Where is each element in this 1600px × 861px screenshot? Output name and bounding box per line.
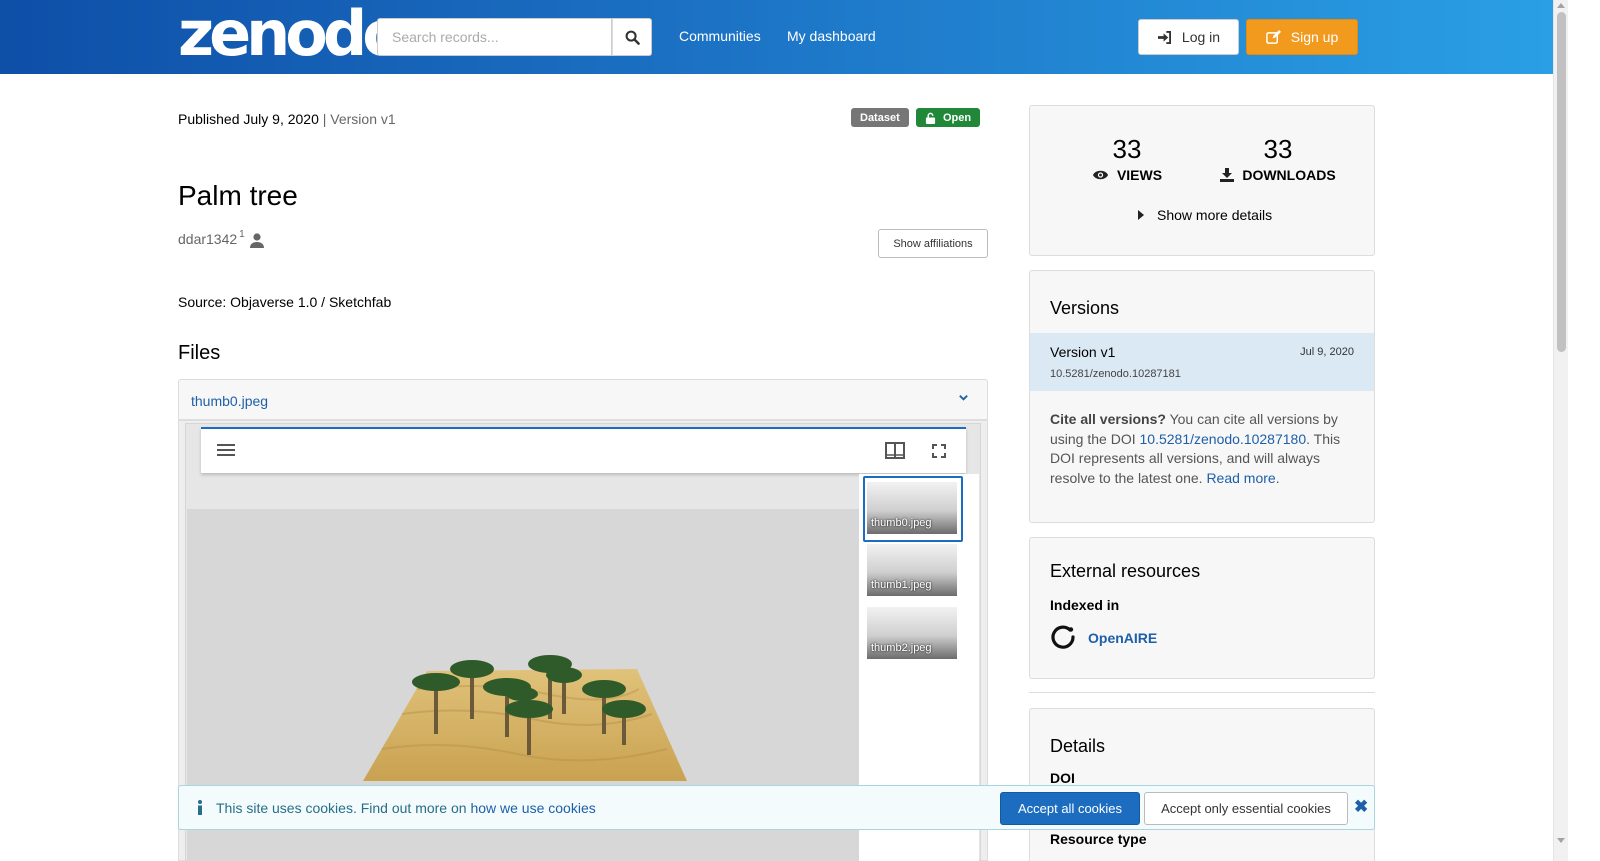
nav-my-dashboard[interactable]: My dashboard xyxy=(787,28,876,44)
scroll-thumb[interactable] xyxy=(1557,12,1566,352)
book-view-icon[interactable] xyxy=(885,442,905,460)
show-affiliations-button[interactable]: Show affiliations xyxy=(878,229,988,258)
downloads-count: 33 xyxy=(1263,134,1293,164)
show-more-details-toggle[interactable]: Show more details xyxy=(1138,207,1272,223)
resource-type-label: Resource type xyxy=(1050,831,1147,847)
download-icon xyxy=(1220,168,1235,182)
cite-all-versions-text: Cite all versions? You can cite all vers… xyxy=(1050,410,1360,488)
version-name: Version v1 xyxy=(1050,344,1116,360)
openaire-link[interactable]: OpenAIRE xyxy=(1050,625,1157,651)
chevron-down-icon[interactable] xyxy=(958,392,969,403)
cookie-policy-link[interactable]: how we use cookies xyxy=(470,800,595,816)
thumbnail-item[interactable]: thumb1.jpeg xyxy=(867,544,957,596)
cite-all-versions-heading: Cite all versions? xyxy=(1050,411,1166,427)
search-button[interactable] xyxy=(612,18,652,56)
creator[interactable]: ddar1342 1 xyxy=(178,229,264,248)
external-resources-title: External resources xyxy=(1050,561,1201,581)
signup-label: Sign up xyxy=(1290,29,1339,45)
version-item[interactable]: Version v1 Jul 9, 2020 10.5281/zenodo.10… xyxy=(1030,333,1374,391)
cookie-text: This site uses cookies. Find out more on xyxy=(216,800,471,816)
details-title: Details xyxy=(1050,736,1106,756)
search-input[interactable] xyxy=(377,18,612,56)
sidebar-divider xyxy=(1029,692,1375,693)
scroll-up-arrow-icon[interactable] xyxy=(1557,3,1565,8)
resource-type-badge: Dataset xyxy=(851,108,909,127)
info-icon xyxy=(198,800,202,815)
sign-in-icon xyxy=(1157,30,1171,44)
top-header: zenodo Communities My dashboard Log in S… xyxy=(0,0,1568,74)
zenodo-logo[interactable]: zenodo xyxy=(178,3,405,65)
version-label: | Version v1 xyxy=(322,111,396,127)
publication-info: Published July 9, 2020 | Version v1 xyxy=(178,111,396,127)
concept-doi-link[interactable]: 10.5281/zenodo.10287180 xyxy=(1140,431,1307,447)
scroll-down-arrow-icon[interactable] xyxy=(1557,838,1565,843)
eye-icon xyxy=(1092,170,1108,180)
unlock-icon xyxy=(925,112,936,124)
openaire-label: OpenAIRE xyxy=(1088,630,1158,646)
caret-right-icon xyxy=(1138,210,1144,220)
creator-name[interactable]: ddar1342 xyxy=(178,231,237,247)
nav-communities[interactable]: Communities xyxy=(679,28,761,44)
edit-icon xyxy=(1265,29,1281,44)
signup-button[interactable]: Sign up xyxy=(1246,19,1358,55)
published-date: Published July 9, 2020 xyxy=(178,111,319,127)
doi-label: DOI xyxy=(1050,770,1075,786)
read-more-link[interactable]: Read more xyxy=(1206,470,1275,486)
close-icon[interactable]: ✖ xyxy=(1354,797,1368,817)
cookie-banner: This site uses cookies. Find out more on… xyxy=(178,785,1375,830)
downloads-label: DOWNLOADS xyxy=(1242,167,1336,183)
menu-icon[interactable] xyxy=(217,443,235,457)
record-source: Source: Objaverse 1.0 / Sketchfab xyxy=(178,294,392,310)
version-date: Jul 9, 2020 xyxy=(1300,346,1354,358)
accept-all-cookies-button[interactable]: Accept all cookies xyxy=(1000,792,1140,825)
viewer-toolbar xyxy=(201,427,966,473)
record-title: Palm tree xyxy=(178,180,298,211)
open-badge-label: Open xyxy=(943,111,972,124)
versions-title: Versions xyxy=(1050,298,1120,318)
search-icon xyxy=(625,30,640,45)
login-label: Log in xyxy=(1181,29,1221,45)
search-bar xyxy=(377,18,652,56)
show-more-details-label: Show more details xyxy=(1157,207,1273,223)
views-stat: 33 VIEWS xyxy=(1090,134,1164,183)
cite-trailing-period: . xyxy=(1275,469,1280,486)
file-name-link[interactable]: thumb0.jpeg xyxy=(191,393,268,409)
file-accordion[interactable]: thumb0.jpeg xyxy=(178,379,988,420)
thumbnail-item[interactable]: thumb2.jpeg xyxy=(867,607,957,659)
dataset-badge-label: Dataset xyxy=(860,111,900,124)
openaire-logo-icon xyxy=(1051,625,1075,649)
thumbnail-label: thumb1.jpeg xyxy=(871,579,932,591)
indexed-in-label: Indexed in xyxy=(1050,597,1120,613)
fullscreen-icon[interactable] xyxy=(932,444,946,458)
accept-essential-cookies-button[interactable]: Accept only essential cookies xyxy=(1144,792,1348,825)
files-heading: Files xyxy=(178,342,221,364)
views-count: 33 xyxy=(1112,134,1142,164)
login-button[interactable]: Log in xyxy=(1138,19,1239,55)
downloads-stat: 33 DOWNLOADS xyxy=(1218,134,1338,183)
user-icon xyxy=(249,233,264,248)
views-label: VIEWS xyxy=(1116,167,1163,183)
access-badge: Open xyxy=(916,108,981,127)
page-scrollbar[interactable] xyxy=(1553,0,1568,861)
version-doi: 10.5281/zenodo.10287181 xyxy=(1050,368,1181,380)
thumbnail-label: thumb2.jpeg xyxy=(871,642,932,654)
affiliation-marker: 1 xyxy=(239,229,245,240)
selected-thumbnail-outline xyxy=(863,476,963,542)
cookie-message: This site uses cookies. Find out more on… xyxy=(216,800,596,816)
